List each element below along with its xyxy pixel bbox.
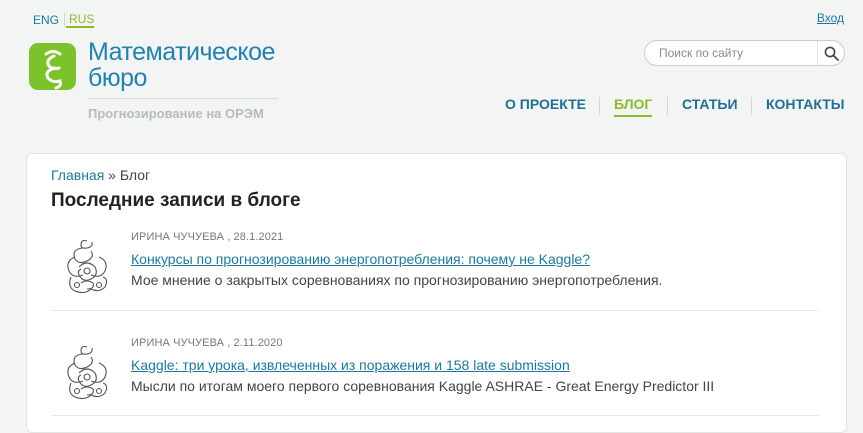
nav-item-about[interactable]: О ПРОЕКТЕ: [505, 96, 586, 112]
nav-item-contacts[interactable]: КОНТАКТЫ: [766, 96, 844, 112]
content-panel: Главная » Блог Последние записи в блоге …: [26, 153, 847, 433]
post-divider: [51, 310, 819, 311]
logo-xi-icon[interactable]: [29, 43, 76, 90]
brand-divider: [88, 98, 278, 99]
brand-subtitle: Прогнозирование на ОРЭМ: [88, 106, 264, 121]
brand-name-line2[interactable]: бюро: [88, 64, 147, 93]
breadcrumb-separator: »: [104, 167, 120, 183]
breadcrumb-home-link[interactable]: Главная: [51, 167, 104, 183]
post-title-link[interactable]: Конкурсы по прогнозированию энергопотреб…: [131, 251, 590, 267]
brand-name-line1[interactable]: Математическое: [88, 38, 275, 67]
nav-item-articles[interactable]: СТАТЬИ: [682, 96, 738, 112]
post-meta: ИРИНА ЧУЧУЕВА , 2.11.2020: [131, 337, 283, 349]
nav-separator: [599, 97, 600, 115]
page-title: Последние записи в блоге: [51, 190, 301, 211]
breadcrumb: Главная » Блог: [51, 167, 150, 183]
post-description: Мое мнение о закрытых соревнованиях по п…: [131, 272, 663, 288]
post-divider: [51, 415, 819, 416]
breadcrumb-current: Блог: [119, 167, 151, 183]
search-button[interactable]: [817, 41, 844, 65]
nav-item-blog[interactable]: БЛОГ: [614, 96, 653, 117]
post-title-link[interactable]: Kaggle: три урока, извлеченных из пораже…: [131, 357, 570, 373]
search-box: [644, 40, 845, 66]
author-avatar-icon: [67, 239, 108, 294]
language-switcher: ENG RUS: [33, 12, 95, 28]
nav-separator: [667, 97, 668, 115]
author-avatar-icon: [67, 345, 108, 400]
post-meta: ИРИНА ЧУЧУЕВА , 28.1.2021: [131, 231, 284, 243]
search-input[interactable]: [659, 45, 819, 61]
lang-separator: [64, 13, 66, 27]
nav-separator: [751, 97, 752, 115]
lang-rus-link[interactable]: RUS: [66, 12, 95, 28]
search-icon: [824, 46, 839, 61]
login-link[interactable]: Вход: [817, 11, 844, 25]
lang-eng-link[interactable]: ENG: [33, 13, 63, 27]
post-description: Мысли по итогам моего первого соревнован…: [131, 378, 715, 394]
